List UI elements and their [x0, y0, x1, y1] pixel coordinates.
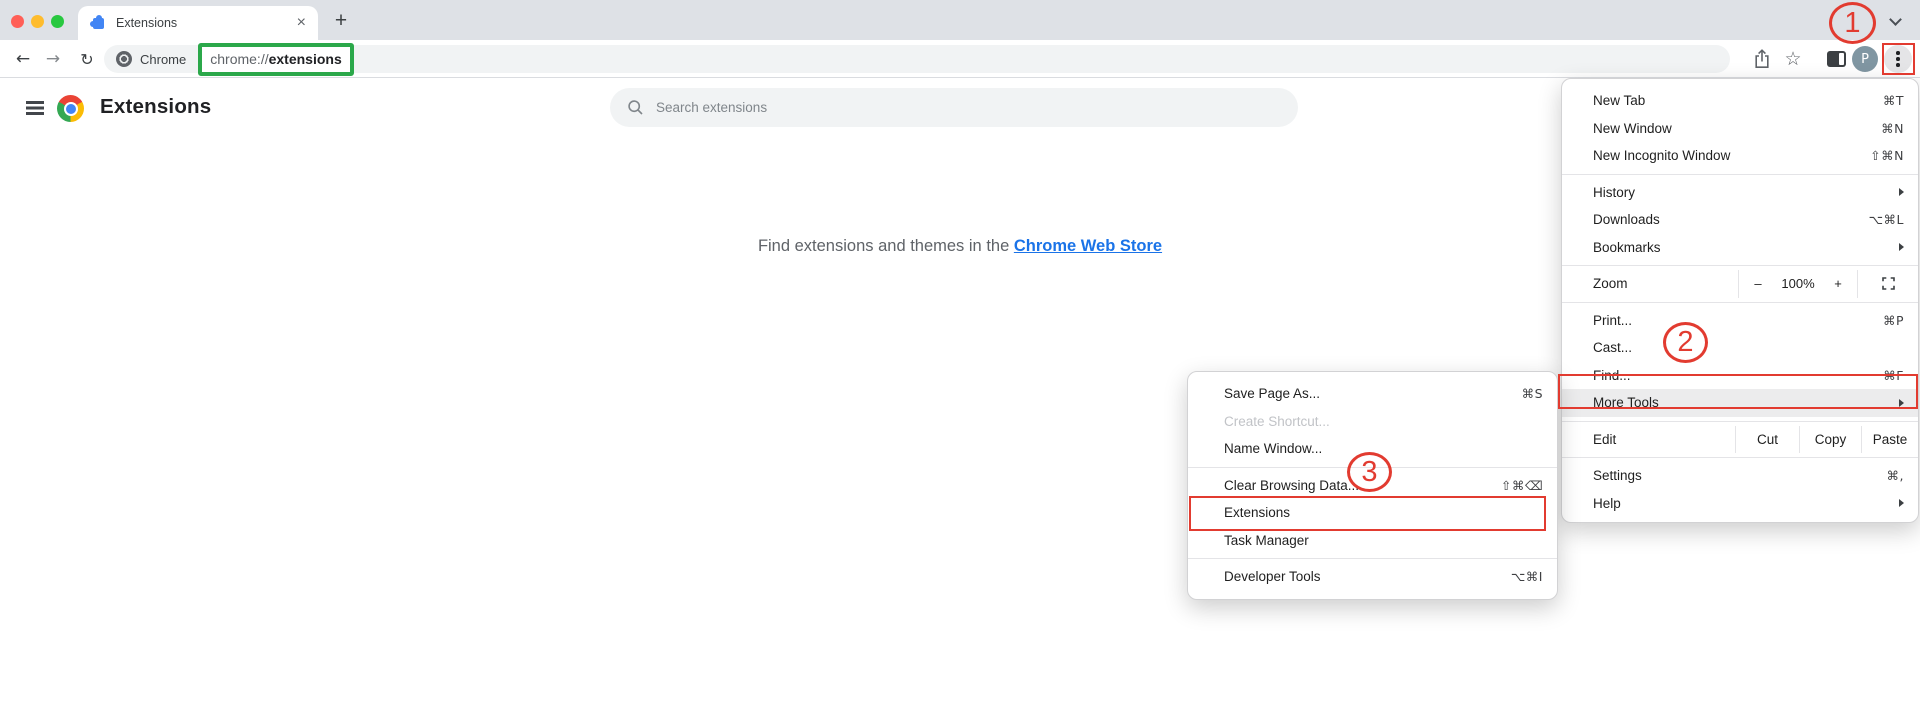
chrome-web-store-link[interactable]: Chrome Web Store: [1014, 237, 1162, 255]
annotation-step-1: 1: [1829, 2, 1876, 44]
bookmark-button[interactable]: ☆: [1781, 40, 1805, 78]
side-panel-icon: [1827, 51, 1846, 67]
menu-separator: [1188, 558, 1557, 559]
edit-cut-button[interactable]: Cut: [1735, 426, 1799, 454]
menu-item-settings[interactable]: Settings ⌘,: [1562, 462, 1918, 490]
menu-item-print[interactable]: Print... ⌘P: [1562, 307, 1918, 335]
menu-item-edit: Edit Cut Copy Paste: [1562, 426, 1918, 454]
menu-separator: [1562, 457, 1918, 458]
url-host: extensions: [269, 51, 342, 67]
chevron-down-icon[interactable]: [1889, 13, 1902, 26]
new-tab-button[interactable]: +: [328, 8, 354, 34]
zoom-out-button[interactable]: –: [1739, 270, 1777, 298]
tab-strip: Extensions × +: [0, 0, 1920, 40]
browser-toolbar: ← → ↻ Chrome chrome://extensions ☆ P: [0, 40, 1920, 78]
submenu-arrow-icon: [1899, 499, 1904, 507]
annotation-box-menu-button: [1882, 43, 1915, 75]
submenu-item-developer-tools[interactable]: Developer Tools ⌥⌘I: [1188, 563, 1557, 591]
share-button[interactable]: [1750, 40, 1774, 78]
side-panel-button[interactable]: [1824, 40, 1848, 78]
maximize-window-button[interactable]: [51, 15, 64, 28]
submenu-item-save-page-as[interactable]: Save Page As... ⌘S: [1188, 380, 1557, 408]
submenu-item-create-shortcut: Create Shortcut...: [1188, 408, 1557, 436]
zoom-in-button[interactable]: +: [1819, 270, 1857, 298]
edit-copy-button[interactable]: Copy: [1799, 426, 1861, 454]
menu-item-cast[interactable]: Cast...: [1562, 334, 1918, 362]
menu-separator: [1562, 265, 1918, 266]
menu-separator: [1562, 302, 1918, 303]
search-input[interactable]: [656, 100, 1280, 115]
submenu-arrow-icon: [1899, 188, 1904, 196]
annotation-box-extensions: [1189, 496, 1546, 531]
menu-item-help[interactable]: Help: [1562, 490, 1918, 518]
url-highlight-box[interactable]: chrome://extensions: [198, 43, 354, 76]
menu-item-new-window[interactable]: New Window ⌘N: [1562, 115, 1918, 143]
page-title: Extensions: [100, 95, 211, 119]
menu-item-new-incognito-window[interactable]: New Incognito Window ⇧⌘N: [1562, 142, 1918, 170]
menu-separator: [1562, 421, 1918, 422]
menu-separator: [1562, 174, 1918, 175]
browser-window: Extensions × + ← → ↻ Chrome chrome://ext…: [0, 0, 1920, 720]
fullscreen-icon: [1882, 277, 1895, 290]
chrome-chip-label: Chrome: [140, 52, 186, 67]
avatar: P: [1852, 46, 1878, 72]
tab-close-icon[interactable]: ×: [297, 15, 306, 31]
fullscreen-button[interactable]: [1858, 270, 1918, 298]
annotation-step-3: 3: [1347, 452, 1392, 492]
empty-state-prefix: Find extensions and themes in the: [758, 237, 1014, 255]
extension-puzzle-icon: [90, 15, 106, 31]
url-scheme: chrome://: [210, 51, 268, 67]
menu-item-bookmarks[interactable]: Bookmarks: [1562, 234, 1918, 262]
browser-menu: New Tab ⌘T New Window ⌘N New Incognito W…: [1561, 78, 1919, 523]
menu-item-new-tab[interactable]: New Tab ⌘T: [1562, 87, 1918, 115]
share-icon: [1753, 48, 1771, 70]
submenu-arrow-icon: [1899, 243, 1904, 251]
forward-button[interactable]: →: [40, 40, 66, 78]
minimize-window-button[interactable]: [31, 15, 44, 28]
menu-item-history[interactable]: History: [1562, 179, 1918, 207]
menu-item-downloads[interactable]: Downloads ⌥⌘L: [1562, 206, 1918, 234]
tab-title: Extensions: [116, 16, 177, 30]
reload-button[interactable]: ↻: [74, 40, 100, 78]
edit-paste-button[interactable]: Paste: [1861, 426, 1918, 454]
active-tab[interactable]: Extensions ×: [78, 6, 318, 40]
chrome-logo: [57, 95, 84, 122]
menu-item-zoom: Zoom – 100% +: [1562, 270, 1918, 298]
window-controls: [11, 15, 64, 28]
back-button[interactable]: ←: [10, 40, 36, 78]
annotation-box-more-tools: [1558, 374, 1918, 409]
zoom-level: 100%: [1777, 270, 1819, 298]
search-icon: [628, 100, 643, 115]
annotation-step-2: 2: [1663, 322, 1708, 363]
chrome-badge-icon: [116, 51, 132, 67]
search-box[interactable]: [610, 88, 1298, 127]
profile-button[interactable]: P: [1852, 40, 1878, 78]
address-bar[interactable]: Chrome chrome://extensions: [104, 45, 1730, 73]
close-window-button[interactable]: [11, 15, 24, 28]
hamburger-menu-icon[interactable]: [26, 101, 44, 104]
